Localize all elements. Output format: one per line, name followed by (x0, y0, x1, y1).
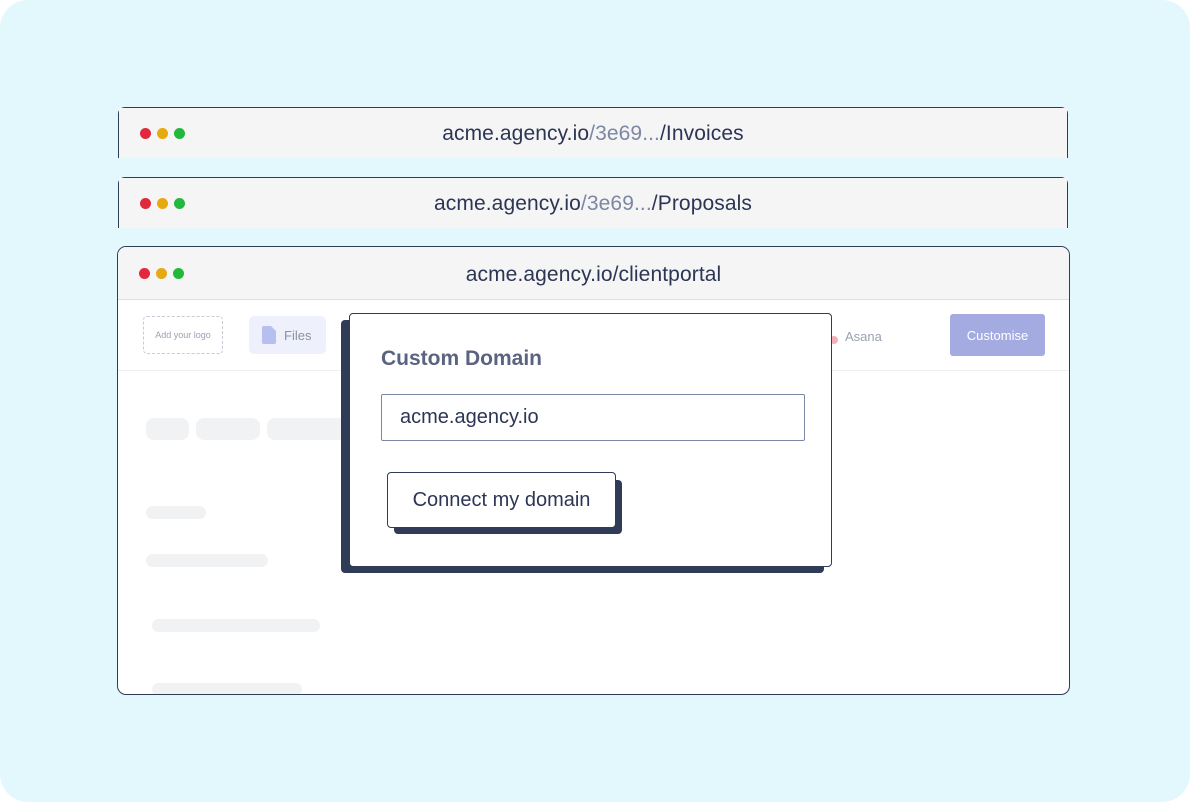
browser-window-invoices[interactable]: acme.agency.io/3e69.../Invoices (118, 107, 1068, 158)
skeleton-placeholder (146, 554, 268, 567)
skeleton-placeholder (152, 619, 320, 632)
skeleton-placeholder (267, 418, 347, 440)
address-bar[interactable]: acme.agency.io/3e69.../Proposals (119, 192, 1067, 216)
modal-title: Custom Domain (381, 347, 543, 370)
skeleton-placeholder (146, 506, 206, 519)
browser-window-proposals[interactable]: acme.agency.io/3e69.../Proposals (118, 177, 1068, 228)
address-bar[interactable]: acme.agency.io/3e69.../Invoices (119, 122, 1067, 146)
url-id: /3e69... (589, 122, 660, 145)
tab-files[interactable]: Files (249, 316, 326, 354)
url-path: /Invoices (660, 122, 744, 145)
domain-input[interactable] (381, 394, 805, 441)
url-path: /Proposals (651, 192, 752, 215)
skeleton-placeholder (196, 418, 260, 440)
add-logo-placeholder[interactable]: Add your logo (143, 316, 223, 354)
url-host: acme.agency.io/clientportal (465, 263, 722, 286)
file-icon (262, 326, 276, 344)
tab-asana[interactable]: Asana (830, 328, 882, 344)
address-bar[interactable]: acme.agency.io/clientportal (118, 263, 1069, 287)
title-bar: acme.agency.io/clientportal (118, 247, 1069, 300)
url-host: acme.agency.io (433, 192, 581, 215)
tab-files-label: Files (284, 327, 312, 343)
connect-domain-button[interactable]: Connect my domain (387, 472, 616, 528)
url-id: /3e69... (580, 192, 652, 215)
tab-asana-label: Asana (845, 328, 882, 344)
title-bar: acme.agency.io/3e69.../Invoices (119, 108, 1067, 158)
skeleton-placeholder (152, 683, 302, 694)
canvas: acme.agency.io/3e69.../Invoices acme.age… (0, 0, 1190, 802)
custom-domain-modal: Custom Domain Connect my domain (349, 313, 832, 567)
url-host: acme.agency.io (442, 122, 590, 145)
customise-button[interactable]: Customise (950, 314, 1045, 356)
title-bar: acme.agency.io/3e69.../Proposals (119, 178, 1067, 228)
skeleton-placeholder (146, 418, 189, 440)
